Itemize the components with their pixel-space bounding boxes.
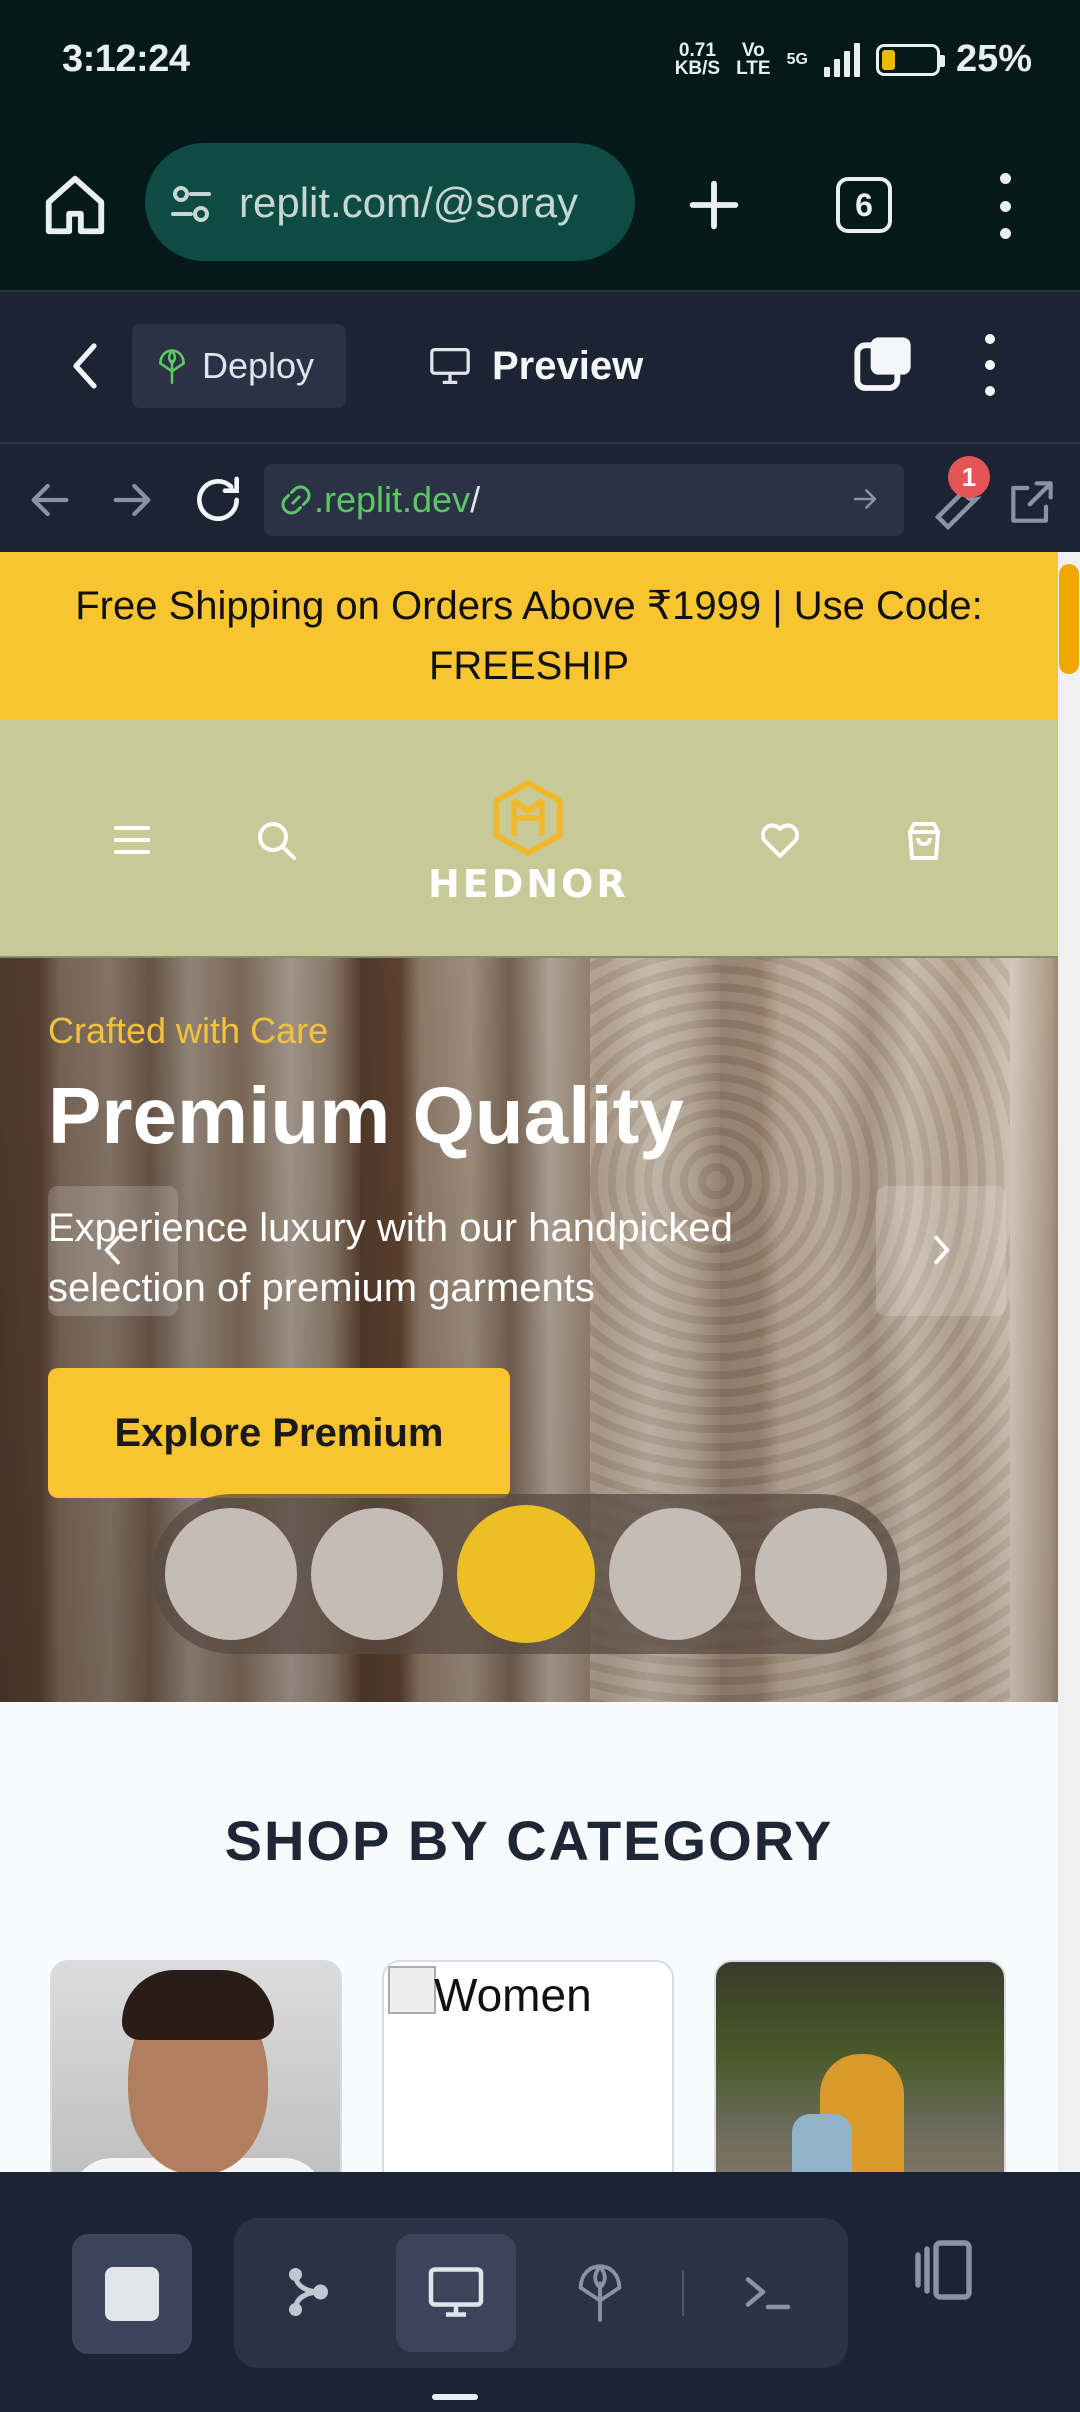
signal-type: 5G — [786, 50, 808, 68]
category-card-kids[interactable] — [714, 1960, 1006, 2172]
deploy-icon — [159, 349, 185, 384]
preview-label: Preview — [492, 343, 644, 388]
replit-bottom-toolbar — [0, 2172, 1080, 2412]
promo-line-2: FREESHIP — [428, 644, 630, 688]
status-bar: 3:12:24 0.71 KB/S Vo LTE 5G 25% — [0, 0, 1080, 125]
net-speed-value: 0.71 — [678, 39, 716, 61]
kids-photo-backpack — [792, 2114, 852, 2172]
women-image-alt: Women — [434, 1969, 592, 2021]
panels-icon — [915, 2240, 972, 2300]
chevron-right-icon — [934, 1235, 950, 1265]
signal-bars-icon — [823, 42, 860, 77]
carousel-dot[interactable] — [457, 1505, 595, 1643]
carousel-dot[interactable] — [755, 1508, 887, 1640]
section-title: SHOP BY CATEGORY — [224, 1809, 834, 1872]
shell-icon — [745, 2277, 791, 2310]
hamburger-menu-icon[interactable] — [108, 816, 156, 864]
panes-icon[interactable] — [852, 332, 916, 396]
git-tool[interactable] — [248, 2234, 368, 2352]
gesture-home-indicator — [432, 2394, 478, 2400]
preview-nav: .replit.dev / — [0, 442, 1080, 552]
site-header: HEDNOR — [0, 720, 1058, 958]
search-icon[interactable] — [252, 816, 300, 864]
explore-premium-button[interactable]: Explore Premium — [48, 1368, 510, 1498]
deploy-icon — [578, 2264, 622, 2322]
brand-logo[interactable]: HEDNOR — [428, 776, 628, 906]
promo-banner: Free Shipping on Orders Above ₹1999 | Us… — [0, 552, 1058, 720]
browser-toolbar: replit.com/@soray 6 — [0, 125, 1080, 290]
carousel-dot[interactable] — [609, 1508, 741, 1640]
back-chevron-icon[interactable] — [62, 338, 110, 394]
category-card-men[interactable] — [50, 1960, 342, 2172]
link-icon — [281, 485, 311, 515]
volte-bottom: LTE — [736, 57, 771, 79]
home-button[interactable] — [40, 170, 110, 240]
deploy-tool[interactable] — [540, 2234, 660, 2352]
monitor-icon — [430, 348, 470, 384]
reload-icon[interactable] — [190, 472, 246, 528]
logo-mark-icon — [493, 780, 563, 856]
replit-header: Deploy Preview — [0, 290, 1080, 442]
deploy-label: Deploy — [202, 345, 315, 386]
carousel-dot[interactable] — [311, 1508, 443, 1640]
open-external-icon[interactable] — [1004, 474, 1060, 530]
toolbar-divider — [682, 2270, 684, 2316]
shell-tool[interactable] — [708, 2234, 828, 2352]
url-text: replit.com/@soray — [239, 179, 579, 226]
page-scrollbar[interactable] — [1058, 552, 1080, 2172]
hero-kicker: Crafted with Care — [48, 1010, 329, 1051]
tabs-button[interactable]: 6 — [836, 177, 892, 233]
net-speed-unit: KB/S — [674, 57, 721, 79]
website-preview: Free Shipping on Orders Above ₹1999 | Us… — [0, 552, 1058, 2172]
men-photo-hair — [122, 1970, 274, 2040]
home-icon — [45, 175, 105, 235]
battery-icon — [875, 43, 945, 76]
site-settings-icon[interactable] — [167, 180, 215, 228]
hero-subtitle: Experience luxury with our handpicked se… — [48, 1206, 733, 1310]
broken-image-icon — [388, 1966, 436, 2014]
carousel-dot[interactable] — [165, 1508, 297, 1640]
preview-url-host: .replit.dev — [314, 479, 471, 520]
tool-group — [234, 2218, 848, 2368]
preview-tab[interactable]: Preview — [428, 324, 643, 408]
scrollbar-thumb[interactable] — [1059, 564, 1079, 674]
more-vert-icon[interactable] — [990, 173, 1020, 239]
nav-back-icon[interactable] — [22, 472, 78, 528]
new-tab-button[interactable] — [682, 173, 746, 237]
new-tab-icon — [689, 180, 739, 230]
git-icon — [289, 2268, 328, 2316]
carousel-next-button[interactable] — [876, 1186, 1006, 1316]
hero-title: Premium Quality — [48, 1071, 684, 1160]
replit-more-icon[interactable] — [976, 334, 1004, 396]
wishlist-heart-icon[interactable] — [756, 816, 804, 864]
devtools-badge: 1 — [948, 456, 990, 498]
preview-tool[interactable] — [396, 2234, 516, 2352]
nav-forward-icon[interactable] — [104, 472, 160, 528]
promo-line-1: Free Shipping on Orders Above ₹1999 | Us… — [75, 584, 983, 628]
status-indicators: 0.71 KB/S Vo LTE 5G 25% — [675, 38, 1032, 81]
category-card-women[interactable]: Women — [382, 1960, 674, 2172]
net-speed: 0.71 KB/S — [674, 39, 721, 79]
preview-url-path: / — [470, 479, 481, 520]
battery-percent: 25% — [955, 38, 1032, 80]
preview-url-field[interactable]: .replit.dev / — [264, 464, 904, 536]
hero-carousel: Crafted with Care Premium Quality Experi… — [0, 958, 1058, 1702]
panels-button[interactable] — [906, 2234, 1026, 2354]
go-arrow-icon[interactable] — [848, 482, 882, 516]
volte-top: Vo — [741, 39, 765, 61]
address-bar[interactable]: replit.com/@soray — [145, 143, 635, 261]
cart-bag-icon[interactable] — [900, 816, 948, 864]
deploy-button[interactable]: Deploy — [132, 324, 346, 408]
volte-indicator: Vo LTE — [736, 39, 771, 79]
preview-icon — [428, 2267, 484, 2317]
battery-fill — [881, 49, 895, 70]
carousel-dots — [152, 1494, 900, 1654]
stop-icon[interactable] — [72, 2234, 192, 2354]
status-time: 3:12:24 — [62, 38, 190, 80]
brand-name: HEDNOR — [428, 862, 629, 906]
